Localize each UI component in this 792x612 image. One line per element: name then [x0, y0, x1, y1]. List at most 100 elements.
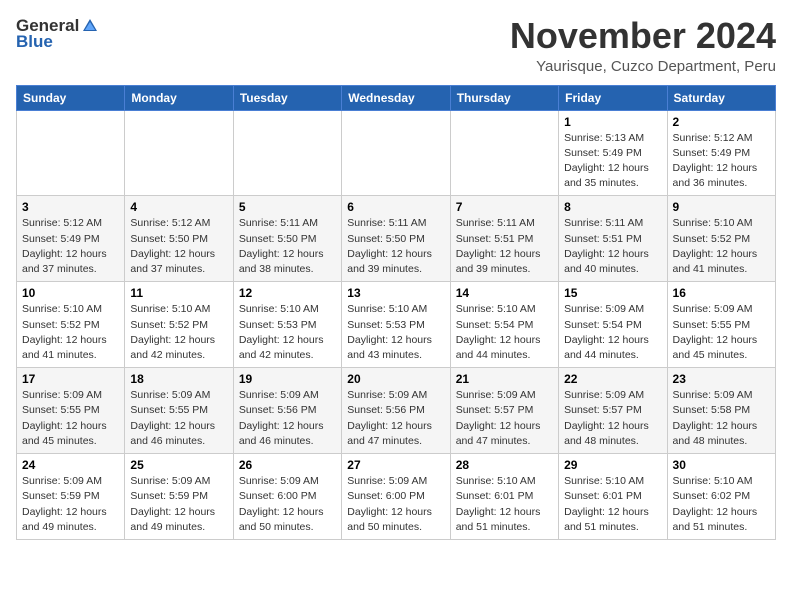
- day-info: Sunrise: 5:09 AM Sunset: 5:56 PM Dayligh…: [347, 388, 444, 449]
- day-info: Sunrise: 5:09 AM Sunset: 6:00 PM Dayligh…: [347, 474, 444, 535]
- day-number: 18: [130, 372, 227, 386]
- calendar-cell: 23 Sunrise: 5:09 AM Sunset: 5:58 PM Dayli…: [667, 368, 775, 454]
- calendar-week-1: 1 Sunrise: 5:13 AM Sunset: 5:49 PM Daylig…: [17, 110, 776, 196]
- calendar-cell: 15 Sunrise: 5:09 AM Sunset: 5:54 PM Dayli…: [559, 282, 667, 368]
- day-info: Sunrise: 5:09 AM Sunset: 5:54 PM Dayligh…: [564, 302, 661, 363]
- calendar-cell: [450, 110, 558, 196]
- calendar-cell: 5 Sunrise: 5:11 AM Sunset: 5:50 PM Daylig…: [233, 196, 341, 282]
- day-info: Sunrise: 5:09 AM Sunset: 5:59 PM Dayligh…: [130, 474, 227, 535]
- calendar-cell: 30Sunrise: 5:10 AM Sunset: 6:02 PM Dayli…: [667, 454, 775, 540]
- day-number: 16: [673, 286, 770, 300]
- day-info: Sunrise: 5:10 AM Sunset: 6:01 PM Dayligh…: [456, 474, 553, 535]
- calendar-cell: 10Sunrise: 5:10 AM Sunset: 5:52 PM Dayli…: [17, 282, 125, 368]
- day-info: Sunrise: 5:10 AM Sunset: 5:52 PM Dayligh…: [130, 302, 227, 363]
- calendar-cell: 29 Sunrise: 5:10 AM Sunset: 6:01 PM Dayli…: [559, 454, 667, 540]
- day-number: 6: [347, 200, 444, 214]
- calendar-cell: 18 Sunrise: 5:09 AM Sunset: 5:55 PM Dayli…: [125, 368, 233, 454]
- day-number: 15: [564, 286, 661, 300]
- calendar-header-sunday: Sunday: [17, 85, 125, 110]
- day-number: 17: [22, 372, 119, 386]
- location-title: Yaurisque, Cuzco Department, Peru: [510, 58, 776, 75]
- day-number: 13: [347, 286, 444, 300]
- day-number: 5: [239, 200, 336, 214]
- day-number: 29: [564, 458, 661, 472]
- day-info: Sunrise: 5:12 AM Sunset: 5:49 PM Dayligh…: [22, 216, 119, 277]
- calendar-cell: [17, 110, 125, 196]
- day-number: 20: [347, 372, 444, 386]
- calendar-cell: 26Sunrise: 5:09 AM Sunset: 6:00 PM Dayli…: [233, 454, 341, 540]
- day-info: Sunrise: 5:10 AM Sunset: 5:54 PM Dayligh…: [456, 302, 553, 363]
- day-number: 28: [456, 458, 553, 472]
- day-info: Sunrise: 5:10 AM Sunset: 5:53 PM Dayligh…: [239, 302, 336, 363]
- day-info: Sunrise: 5:10 AM Sunset: 6:01 PM Dayligh…: [564, 474, 661, 535]
- calendar-cell: 7 Sunrise: 5:11 AM Sunset: 5:51 PM Daylig…: [450, 196, 558, 282]
- calendar-cell: 4Sunrise: 5:12 AM Sunset: 5:50 PM Daylig…: [125, 196, 233, 282]
- month-title: November 2024: [510, 16, 776, 56]
- calendar-cell: 12 Sunrise: 5:10 AM Sunset: 5:53 PM Dayli…: [233, 282, 341, 368]
- day-number: 8: [564, 200, 661, 214]
- day-info: Sunrise: 5:09 AM Sunset: 5:56 PM Dayligh…: [239, 388, 336, 449]
- day-info: Sunrise: 5:13 AM Sunset: 5:49 PM Dayligh…: [564, 131, 661, 192]
- day-number: 4: [130, 200, 227, 214]
- day-number: 25: [130, 458, 227, 472]
- day-number: 3: [22, 200, 119, 214]
- day-number: 9: [673, 200, 770, 214]
- day-number: 27: [347, 458, 444, 472]
- calendar-header-wednesday: Wednesday: [342, 85, 450, 110]
- day-info: Sunrise: 5:10 AM Sunset: 5:52 PM Dayligh…: [673, 216, 770, 277]
- day-info: Sunrise: 5:11 AM Sunset: 5:50 PM Dayligh…: [239, 216, 336, 277]
- calendar-header-thursday: Thursday: [450, 85, 558, 110]
- calendar-cell: 25 Sunrise: 5:09 AM Sunset: 5:59 PM Dayli…: [125, 454, 233, 540]
- calendar-cell: 14Sunrise: 5:10 AM Sunset: 5:54 PM Dayli…: [450, 282, 558, 368]
- calendar-header-tuesday: Tuesday: [233, 85, 341, 110]
- day-number: 26: [239, 458, 336, 472]
- day-number: 19: [239, 372, 336, 386]
- day-number: 10: [22, 286, 119, 300]
- calendar-cell: 6 Sunrise: 5:11 AM Sunset: 5:50 PM Daylig…: [342, 196, 450, 282]
- day-info: Sunrise: 5:09 AM Sunset: 5:59 PM Dayligh…: [22, 474, 119, 535]
- day-number: 24: [22, 458, 119, 472]
- calendar-cell: 17Sunrise: 5:09 AM Sunset: 5:55 PM Dayli…: [17, 368, 125, 454]
- day-number: 21: [456, 372, 553, 386]
- calendar-cell: 11Sunrise: 5:10 AM Sunset: 5:52 PM Dayli…: [125, 282, 233, 368]
- calendar-cell: [125, 110, 233, 196]
- day-info: Sunrise: 5:09 AM Sunset: 5:57 PM Dayligh…: [564, 388, 661, 449]
- calendar-week-3: 10 Sunrise: 5:10 AM Sunset: 5:52 PM Dayli…: [17, 282, 776, 368]
- calendar-cell: 13 Sunrise: 5:10 AM Sunset: 5:53 PM Dayli…: [342, 282, 450, 368]
- calendar-cell: 27 Sunrise: 5:09 AM Sunset: 6:00 PM Dayli…: [342, 454, 450, 540]
- calendar-table: SundayMondayTuesdayWednesdayThursdayFrid…: [16, 85, 776, 540]
- calendar-cell: 1 Sunrise: 5:13 AM Sunset: 5:49 PM Daylig…: [559, 110, 667, 196]
- calendar-cell: 28 Sunrise: 5:10 AM Sunset: 6:01 PM Dayli…: [450, 454, 558, 540]
- title-block: November 2024 Yaurisque, Cuzco Departmen…: [510, 16, 776, 75]
- calendar-cell: 21 Sunrise: 5:09 AM Sunset: 5:57 PM Dayli…: [450, 368, 558, 454]
- day-info: Sunrise: 5:09 AM Sunset: 5:58 PM Dayligh…: [673, 388, 770, 449]
- day-info: Sunrise: 5:11 AM Sunset: 5:51 PM Dayligh…: [456, 216, 553, 277]
- day-info: Sunrise: 5:09 AM Sunset: 5:55 PM Dayligh…: [673, 302, 770, 363]
- day-info: Sunrise: 5:12 AM Sunset: 5:49 PM Dayligh…: [673, 131, 770, 192]
- calendar-week-5: 24 Sunrise: 5:09 AM Sunset: 5:59 PM Dayli…: [17, 454, 776, 540]
- day-info: Sunrise: 5:10 AM Sunset: 5:53 PM Dayligh…: [347, 302, 444, 363]
- calendar-header-row: SundayMondayTuesdayWednesdayThursdayFrid…: [17, 85, 776, 110]
- day-number: 2: [673, 115, 770, 129]
- day-number: 23: [673, 372, 770, 386]
- calendar-header-monday: Monday: [125, 85, 233, 110]
- day-info: Sunrise: 5:09 AM Sunset: 5:55 PM Dayligh…: [130, 388, 227, 449]
- day-number: 1: [564, 115, 661, 129]
- calendar-cell: 8 Sunrise: 5:11 AM Sunset: 5:51 PM Daylig…: [559, 196, 667, 282]
- day-info: Sunrise: 5:11 AM Sunset: 5:50 PM Dayligh…: [347, 216, 444, 277]
- logo-blue-text: Blue: [16, 32, 53, 52]
- logo: General Blue: [16, 16, 99, 52]
- calendar-cell: [342, 110, 450, 196]
- day-info: Sunrise: 5:11 AM Sunset: 5:51 PM Dayligh…: [564, 216, 661, 277]
- calendar-cell: 22 Sunrise: 5:09 AM Sunset: 5:57 PM Dayli…: [559, 368, 667, 454]
- calendar-cell: 3 Sunrise: 5:12 AM Sunset: 5:49 PM Daylig…: [17, 196, 125, 282]
- day-info: Sunrise: 5:09 AM Sunset: 5:57 PM Dayligh…: [456, 388, 553, 449]
- calendar-cell: 24 Sunrise: 5:09 AM Sunset: 5:59 PM Dayli…: [17, 454, 125, 540]
- calendar-cell: 20 Sunrise: 5:09 AM Sunset: 5:56 PM Dayli…: [342, 368, 450, 454]
- calendar-cell: 9 Sunrise: 5:10 AM Sunset: 5:52 PM Daylig…: [667, 196, 775, 282]
- calendar-week-2: 3 Sunrise: 5:12 AM Sunset: 5:49 PM Daylig…: [17, 196, 776, 282]
- day-number: 12: [239, 286, 336, 300]
- day-number: 7: [456, 200, 553, 214]
- calendar-cell: 19 Sunrise: 5:09 AM Sunset: 5:56 PM Dayli…: [233, 368, 341, 454]
- day-number: 22: [564, 372, 661, 386]
